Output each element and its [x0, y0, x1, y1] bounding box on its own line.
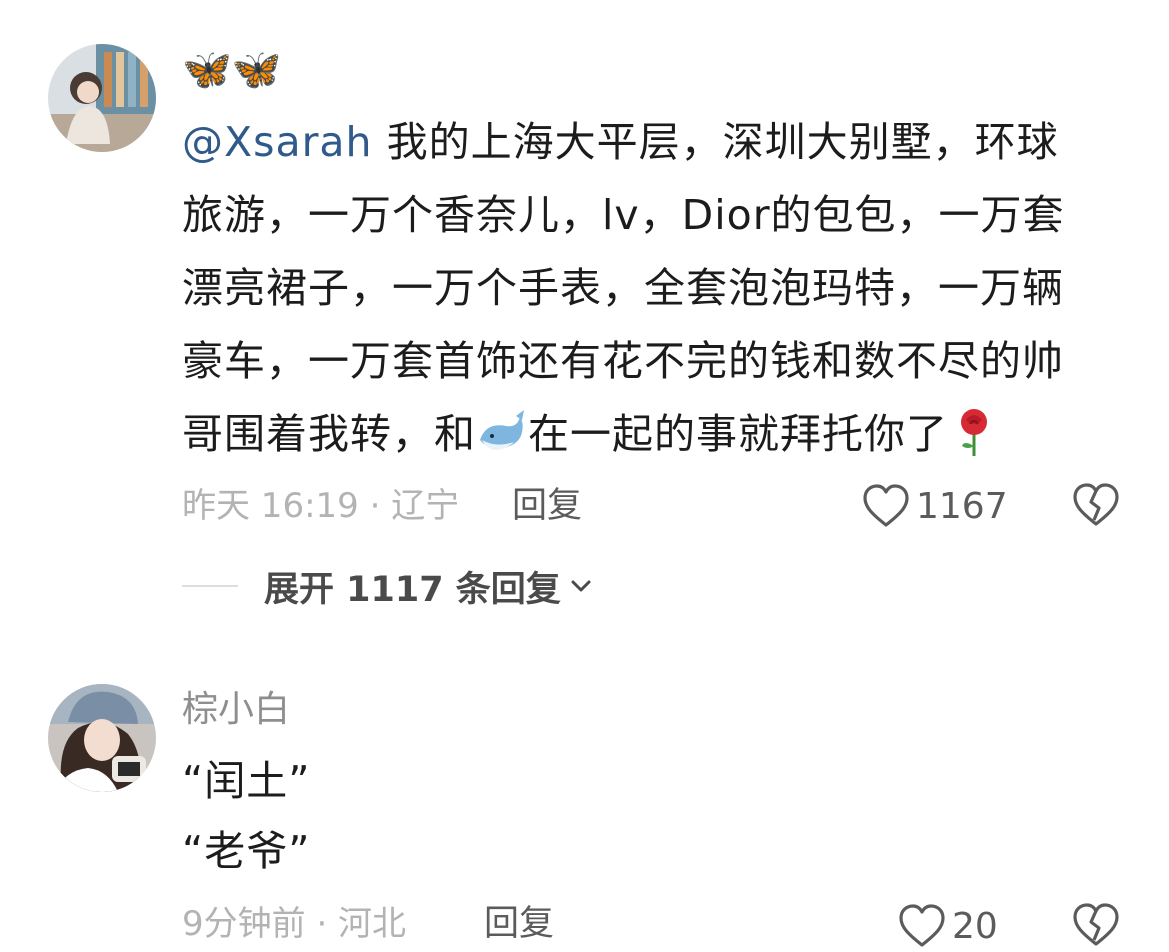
whale-emoji [476, 406, 528, 458]
comment-item: 🦋🦋 @Xsarah 我的上海大平层，深圳大别墅，环球 旅游，一万个香奈儿，lv… [0, 0, 1169, 640]
reply-button[interactable]: 回复 [484, 902, 554, 946]
comment-meta: 昨天 16:19 · 辽宁 [182, 486, 460, 526]
broken-heart-icon [1073, 483, 1119, 526]
comment-text: @Xsarah 我的上海大平层，深圳大别墅，环球 旅游，一万个香奈儿，lv，Di… [182, 118, 1065, 458]
reply-button[interactable]: 回复 [512, 484, 582, 528]
expand-replies-label: 展开 1117 条回复 [264, 569, 561, 610]
like-count: 20 [952, 905, 998, 947]
like-count: 1167 [916, 485, 1008, 527]
dislike-button[interactable] [1072, 482, 1120, 530]
comment-meta: 9分钟前 · 河北 [182, 904, 407, 944]
avatar[interactable] [48, 684, 156, 792]
avatar[interactable] [48, 44, 156, 152]
username[interactable]: 🦋🦋 [182, 48, 282, 92]
comment-footer-partial: 9分钟前 · 河北 回复 20 [0, 902, 1169, 947]
expand-replies[interactable]: 展开 1117 条回复 [182, 564, 595, 610]
chevron-down-icon [571, 580, 591, 592]
like-button[interactable]: 20 [898, 902, 998, 950]
heart-outline-icon [863, 484, 909, 527]
rose-emoji [948, 406, 1000, 458]
divider [182, 585, 238, 587]
broken-heart-icon [1073, 903, 1119, 946]
comment-text: “闰土” “老爷” [182, 757, 311, 875]
heart-outline-icon [899, 904, 945, 947]
dislike-button[interactable] [1072, 902, 1120, 950]
comment-item: 棕小白 “闰土” “老爷” 9分钟前 · 河北 回复 20 [0, 640, 1169, 947]
like-button[interactable]: 1167 [862, 482, 1008, 530]
username[interactable]: 棕小白 [182, 688, 290, 732]
mention-link[interactable]: @Xsarah [182, 118, 373, 166]
